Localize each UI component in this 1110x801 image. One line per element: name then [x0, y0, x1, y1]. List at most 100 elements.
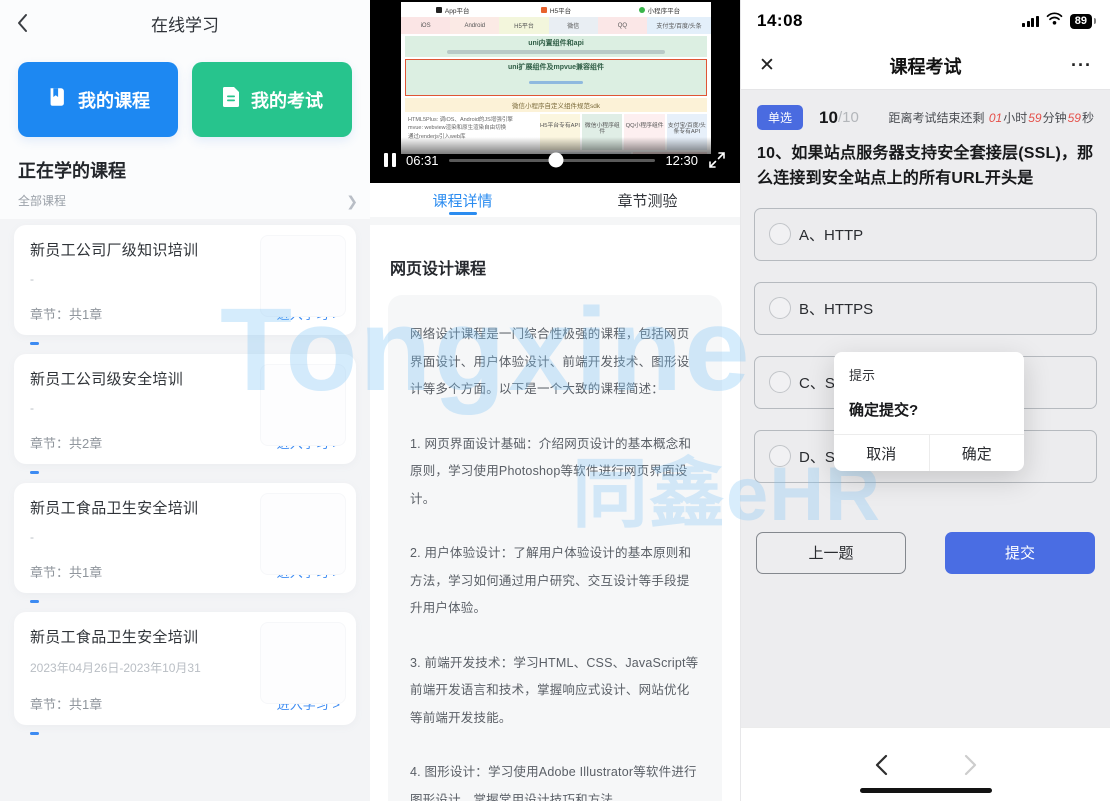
section-title: 正在学的课程 — [18, 157, 352, 183]
description-paragraph: 1. 网页界面设计基础：介绍网页设计的基本概念和原则，学习使用Photoshop… — [410, 431, 700, 514]
tab-course-detail[interactable]: 课程详情 — [370, 183, 555, 217]
dialog-confirm-button[interactable]: 确定 — [930, 435, 1025, 471]
radio-icon[interactable] — [769, 371, 791, 393]
panel-course-detail: App平台 H5平台 小程序平台 iOS Android H5平台 微信 QQ … — [370, 0, 740, 801]
option-a[interactable]: A、HTTP — [754, 208, 1097, 261]
single-choice-badge: 单选 — [757, 105, 803, 130]
previous-question-button[interactable]: 上一题 — [756, 532, 906, 574]
dialog-title: 提示 — [849, 365, 1009, 384]
radio-icon[interactable] — [769, 445, 791, 467]
panel-online-learning: 在线学习 我的课程 我的考试 正在学的课程 — [0, 0, 370, 801]
video-progress-bar[interactable] — [449, 159, 656, 162]
slide-platform-header: 小程序平台 — [648, 5, 681, 15]
panel-course-exam: 14:08 89 ✕ 课程考试 ··· 单选 10 /10 距离考试结束还剩 0… — [740, 0, 1110, 801]
dialog-cancel-button[interactable]: 取消 — [834, 435, 930, 471]
exam-title: 课程考试 — [799, 53, 1052, 79]
fullscreen-icon[interactable] — [708, 151, 726, 169]
slide-banner-wechat-sdk: 微信小程序自定义组件规范sdk — [405, 98, 707, 112]
course-list: 新员工公司厂级知识培训 - 章节：共1章 进入学习 > 新员工公司级安全培训 -… — [0, 219, 370, 735]
h5-platform-icon — [541, 7, 547, 13]
pause-button[interactable] — [384, 153, 396, 167]
question-text: 10、如果站点服务器支持安全套接层(SSL)，那么连接到安全站点上的所有URL开… — [741, 136, 1110, 192]
slide-target-cell: H5平台 — [499, 17, 548, 34]
confirm-submit-dialog: 提示 确定提交? 取消 确定 — [834, 352, 1024, 471]
quick-actions: 我的课程 我的考试 — [0, 46, 370, 137]
page-header: 在线学习 — [0, 0, 370, 46]
course-chapters: 章节：共1章 — [30, 304, 102, 323]
progress-dash — [30, 342, 39, 345]
close-icon[interactable]: ✕ — [759, 54, 799, 77]
video-controls: 06:31 12:30 — [370, 137, 740, 183]
nav-forward-icon[interactable] — [964, 754, 978, 776]
home-indicator[interactable] — [860, 788, 992, 793]
option-label: B、HTTPS — [799, 298, 873, 319]
nav-back-icon[interactable] — [874, 754, 888, 776]
all-courses-row[interactable]: 全部课程 ❯ — [0, 183, 370, 209]
slide-target-cell: Android — [450, 17, 499, 34]
radio-icon[interactable] — [769, 223, 791, 245]
slide-target-cell: iOS — [401, 17, 450, 34]
slide-platform-header: App平台 — [445, 5, 470, 15]
description-paragraph: 4. 图形设计：学习使用Adobe Illustrator等软件进行图形设计，掌… — [410, 759, 700, 801]
back-chevron-icon[interactable] — [16, 12, 36, 34]
progress-dash — [30, 471, 39, 474]
course-card[interactable]: 新员工公司级安全培训 - 章节：共2章 进入学习 > — [14, 354, 356, 464]
description-paragraph: 网络设计课程是一门综合性极强的课程，包括网页界面设计、用户体验设计、前端开发技术… — [410, 321, 700, 404]
all-courses-label: 全部课程 — [18, 192, 66, 209]
course-chapters: 章节：共1章 — [30, 694, 102, 713]
more-menu-icon[interactable]: ··· — [1052, 55, 1092, 76]
page-title: 在线学习 — [151, 11, 219, 36]
book-icon — [46, 86, 68, 113]
course-card[interactable]: 新员工公司厂级知识培训 - 章节：共1章 进入学习 > — [14, 225, 356, 335]
video-player[interactable]: App平台 H5平台 小程序平台 iOS Android H5平台 微信 QQ … — [370, 0, 740, 183]
video-duration: 12:30 — [665, 153, 698, 168]
slide-target-cell: QQ — [598, 17, 647, 34]
cellular-signal-icon — [1022, 16, 1039, 27]
course-card[interactable]: 新员工食品卫生安全培训 - 章节：共1章 进入学习 > — [14, 483, 356, 593]
slide-platform-header: H5平台 — [550, 5, 571, 15]
course-thumbnail — [260, 622, 346, 704]
progress-dash — [30, 600, 39, 603]
course-card[interactable]: 新员工食品卫生安全培训 2023年04月26日-2023年10月31 章节：共1… — [14, 612, 356, 725]
slide-target-cell: 微信 — [549, 17, 598, 34]
battery-icon: 89 — [1070, 14, 1092, 29]
exam-countdown: 距离考试结束还剩 01小时59分钟59秒 — [889, 109, 1094, 126]
description-paragraph: 3. 前端开发技术：学习HTML、CSS、JavaScript等前端开发语言和技… — [410, 650, 700, 733]
detail-tabbar: 课程详情 章节测验 — [370, 183, 740, 217]
miniprogram-platform-icon — [639, 7, 645, 13]
radio-icon[interactable] — [769, 297, 791, 319]
option-b[interactable]: B、HTTPS — [754, 282, 1097, 335]
video-progress-knob[interactable] — [549, 153, 564, 168]
submit-button[interactable]: 提交 — [945, 532, 1095, 574]
question-number: 10 — [819, 108, 838, 128]
tab-chapter-quiz[interactable]: 章节测验 — [555, 183, 740, 217]
document-icon — [221, 86, 241, 113]
slide-target-cell: 支付宝/百度/头条 — [647, 17, 711, 34]
wifi-icon — [1046, 12, 1063, 30]
description-paragraph: 2. 用户体验设计：了解用户体验设计的基本原则和方法，学习如何通过用户研究、交互… — [410, 540, 700, 623]
status-time: 14:08 — [757, 11, 803, 31]
course-detail-title: 网页设计课程 — [390, 255, 722, 279]
progress-dash — [30, 732, 39, 735]
course-chapters: 章节：共1章 — [30, 562, 102, 581]
app-platform-icon — [436, 7, 442, 13]
chevron-right-icon: ❯ — [346, 194, 358, 208]
online-learning-header-area: 在线学习 我的课程 我的考试 正在学的课程 — [0, 0, 370, 219]
course-thumbnail — [260, 493, 346, 575]
exam-navbar: ✕ 课程考试 ··· — [741, 42, 1110, 90]
question-total: /10 — [838, 109, 859, 126]
my-courses-button[interactable]: 我的课程 — [18, 62, 178, 137]
browser-bottom-bar — [741, 727, 1110, 801]
video-current-time: 06:31 — [406, 153, 439, 168]
dialog-message: 确定提交? — [849, 399, 1009, 420]
question-meta-row: 单选 10 /10 距离考试结束还剩 01小时59分钟59秒 — [741, 90, 1110, 136]
course-description-card: 网络设计课程是一门综合性极强的课程，包括网页界面设计、用户体验设计、前端开发技术… — [388, 295, 722, 801]
course-thumbnail — [260, 364, 346, 446]
option-label: A、HTTP — [799, 224, 863, 245]
video-slide-frame: App平台 H5平台 小程序平台 iOS Android H5平台 微信 QQ … — [401, 2, 711, 154]
my-exams-label: 我的考试 — [251, 87, 323, 113]
slide-banner-uni-builtin: uni内置组件和api — [405, 36, 707, 57]
screenshot-stage: 在线学习 我的课程 我的考试 正在学的课程 — [0, 0, 1110, 801]
status-bar: 14:08 89 — [741, 0, 1110, 42]
my-exams-button[interactable]: 我的考试 — [192, 62, 352, 137]
